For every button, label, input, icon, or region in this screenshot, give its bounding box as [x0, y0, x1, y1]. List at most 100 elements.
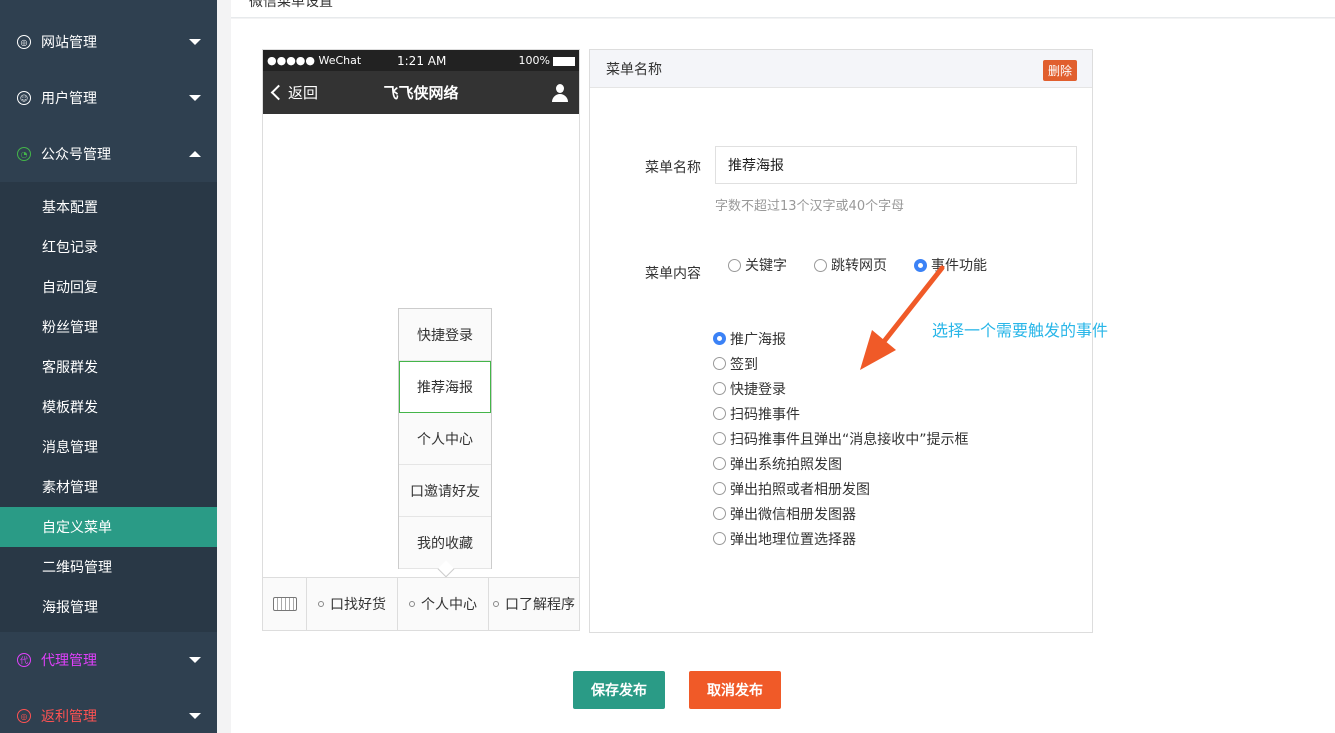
radio-label: 关键字: [745, 258, 787, 274]
event-label: 扫码推事件: [730, 406, 800, 423]
nav-group-website[interactable]: ◎ 网站管理: [0, 14, 217, 70]
sidebar-item-redpacket-log[interactable]: 红包记录: [0, 227, 217, 267]
sidebar-item-basic-config[interactable]: 基本配置: [0, 187, 217, 227]
event-label: 推广海报: [730, 331, 786, 348]
nav-group-agent[interactable]: 代 代理管理: [0, 632, 217, 688]
tab-personal-center[interactable]: 个人中心: [398, 578, 489, 630]
nav-group-official-account[interactable]: ◔ 公众号管理: [0, 126, 217, 182]
cancel-publish-button[interactable]: 取消发布: [689, 671, 781, 709]
popup-item-invite-friends[interactable]: 口邀请好友: [399, 465, 491, 517]
radio-checked-icon: [713, 332, 726, 345]
caret-up-icon: [189, 151, 201, 157]
nav-group-label: 公众号管理: [41, 147, 111, 163]
user-icon: ☺: [17, 91, 31, 105]
tab-label: 口找好货: [330, 597, 386, 613]
nav-group-label: 网站管理: [41, 35, 97, 51]
delete-button[interactable]: 删除: [1042, 60, 1077, 81]
back-button[interactable]: 返回: [270, 82, 319, 103]
radio-icon: [713, 532, 726, 545]
radio-icon: [713, 457, 726, 470]
rebate-icon: ◎: [17, 709, 31, 723]
sidebar-item-custom-menu[interactable]: 自定义菜单: [0, 507, 217, 547]
radio-keyword[interactable]: 关键字: [728, 255, 787, 275]
nav-group-label: 用户管理: [41, 91, 97, 107]
phone-navbar: 返回 飞飞侠网络: [263, 71, 579, 114]
editor-header-title: 菜单名称: [606, 61, 662, 78]
name-label: 菜单名称: [645, 160, 701, 176]
caret-down-icon: [189, 95, 201, 101]
event-option[interactable]: 弹出拍照或者相册发图: [713, 476, 969, 501]
wechat-icon: ◔: [17, 147, 31, 161]
dot-icon: [409, 601, 415, 607]
content-label: 菜单内容: [645, 266, 701, 282]
battery-label: 100%: [518, 54, 550, 67]
sidebar: ◎ 网站管理 ☺ 用户管理 ◔ 公众号管理 基本配置 红包记录 自动回复 粉丝管…: [0, 0, 217, 733]
event-option[interactable]: 快捷登录: [713, 376, 969, 401]
event-label: 弹出系统拍照发图: [730, 456, 842, 473]
page-header: 微信菜单设置: [231, 0, 1335, 18]
globe-icon: ◎: [17, 35, 31, 49]
annotation-text: 选择一个需要触发的事件: [932, 321, 1109, 340]
chevron-left-icon: [270, 84, 287, 101]
user-icon[interactable]: [551, 83, 569, 102]
radio-icon: [713, 357, 726, 370]
phone-preview: ●●●●● WeChat 1:21 AM 100% 返回 飞飞侠网络 快捷登录 …: [262, 49, 580, 631]
carrier-label: ●●●●● WeChat: [267, 54, 362, 67]
radio-icon: [713, 432, 726, 445]
submenu: 基本配置 红包记录 自动回复 粉丝管理 客服群发 模板群发 消息管理 素材管理 …: [0, 182, 217, 632]
caret-down-icon: [189, 713, 201, 719]
sidebar-item-materials[interactable]: 素材管理: [0, 467, 217, 507]
popup-item-personal-center[interactable]: 个人中心: [399, 413, 491, 465]
keyboard-toggle[interactable]: [263, 578, 307, 630]
sidebar-item-cs-broadcast[interactable]: 客服群发: [0, 347, 217, 387]
sidebar-item-auto-reply[interactable]: 自动回复: [0, 267, 217, 307]
caret-down-icon: [189, 657, 201, 663]
dot-icon: [318, 601, 324, 607]
sidebar-item-qrcode[interactable]: 二维码管理: [0, 547, 217, 587]
radio-icon: [713, 482, 726, 495]
phone-tabbar: 口找好货 个人中心 口了解程序: [263, 577, 579, 630]
event-option[interactable]: 弹出系统拍照发图: [713, 451, 969, 476]
battery-icon: [553, 56, 575, 66]
menu-name-input[interactable]: 推荐海报: [715, 146, 1077, 184]
event-option[interactable]: 弹出地理位置选择器: [713, 526, 969, 551]
radio-icon: [814, 258, 827, 272]
sidebar-item-poster[interactable]: 海报管理: [0, 587, 217, 627]
event-option[interactable]: 弹出微信相册发图器: [713, 501, 969, 526]
nav-group-users[interactable]: ☺ 用户管理: [0, 70, 217, 126]
status-time: 1:21 AM: [397, 53, 447, 68]
event-option[interactable]: 扫码推事件且弹出“消息接收中”提示框: [713, 426, 969, 451]
name-hint: 字数不超过13个汉字或40个字母: [715, 199, 905, 214]
keyboard-icon: [272, 597, 297, 611]
sidebar-item-fans[interactable]: 粉丝管理: [0, 307, 217, 347]
tab-learn-program[interactable]: 口了解程序: [489, 578, 579, 630]
page-title: 微信菜单设置: [249, 0, 333, 10]
save-publish-button[interactable]: 保存发布: [573, 671, 665, 709]
nav-group-rebate[interactable]: ◎ 返利管理: [0, 688, 217, 733]
radio-icon: [728, 258, 741, 272]
radio-icon: [713, 507, 726, 520]
tab-label: 口了解程序: [505, 597, 575, 613]
event-label: 弹出地理位置选择器: [730, 531, 856, 548]
agent-icon: 代: [17, 653, 31, 667]
popup-item-quick-login[interactable]: 快捷登录: [399, 309, 491, 361]
submenu-popup: 快捷登录 推荐海报 个人中心 口邀请好友 我的收藏: [398, 308, 492, 578]
caret-down-icon: [189, 39, 201, 45]
event-option[interactable]: 扫码推事件: [713, 401, 969, 426]
sidebar-item-template-broadcast[interactable]: 模板群发: [0, 387, 217, 427]
popup-item-recommend-poster[interactable]: 推荐海报: [399, 361, 491, 413]
phone-status-bar: ●●●●● WeChat 1:21 AM 100%: [263, 50, 579, 71]
dot-icon: [493, 601, 499, 607]
tab-label: 个人中心: [421, 597, 477, 613]
nav-group-label: 代理管理: [41, 653, 97, 669]
editor-header: 菜单名称 删除: [590, 50, 1092, 88]
event-label: 快捷登录: [730, 381, 786, 398]
sidebar-item-messages[interactable]: 消息管理: [0, 427, 217, 467]
menu-editor: 菜单名称 删除 菜单名称 推荐海报 字数不超过13个汉字或40个字母 菜单内容 …: [589, 49, 1093, 633]
battery-status: 100%: [519, 54, 575, 67]
tab-find-goods[interactable]: 口找好货: [307, 578, 398, 630]
back-label: 返回: [288, 84, 319, 102]
radio-icon: [713, 382, 726, 395]
radio-icon: [713, 407, 726, 420]
event-label: 扫码推事件且弹出“消息接收中”提示框: [730, 431, 969, 448]
